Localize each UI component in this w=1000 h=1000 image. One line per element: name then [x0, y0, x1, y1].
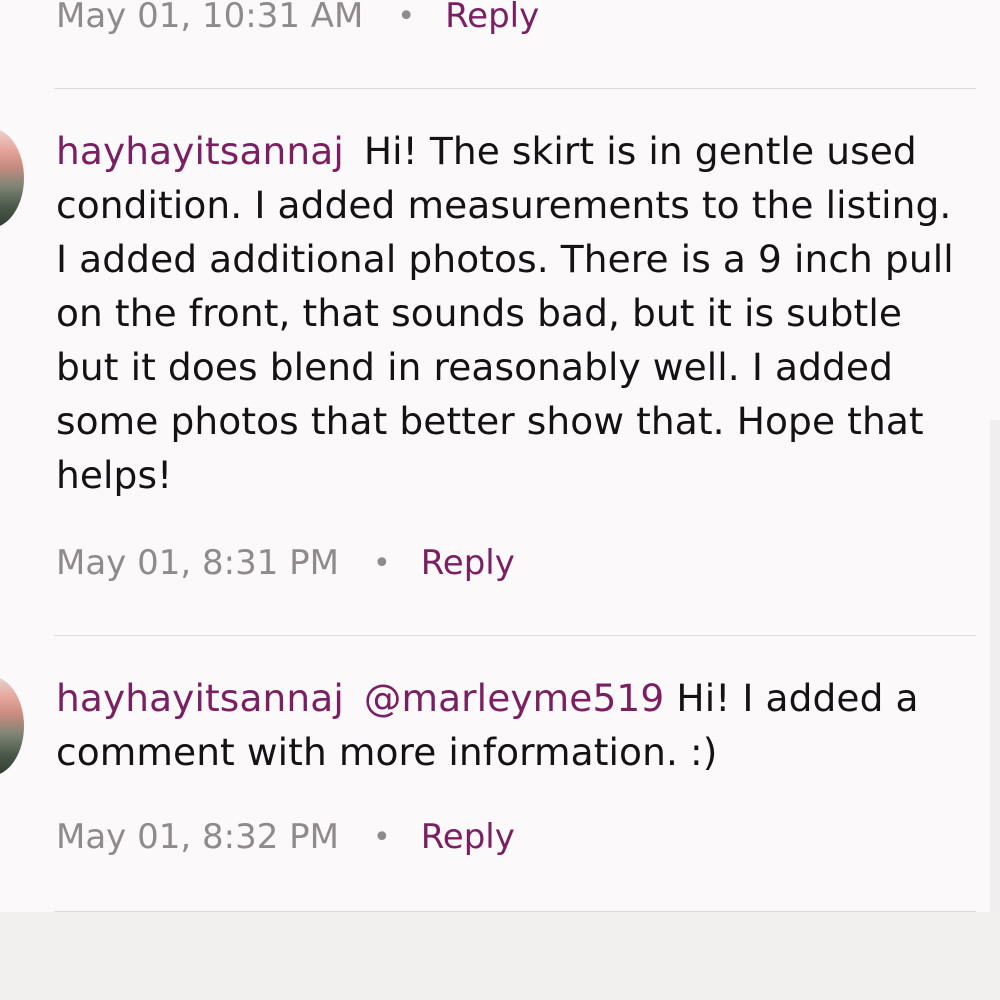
- reply-link[interactable]: Reply: [421, 543, 515, 583]
- meta-separator: •: [397, 0, 416, 34]
- comment-mention[interactable]: @marleyme519: [364, 676, 665, 720]
- comment-meta: May 01, 8:32 PM • Reply: [56, 815, 515, 859]
- reply-link[interactable]: Reply: [445, 0, 539, 36]
- comment-meta: May 01, 8:31 PM • Reply: [56, 541, 515, 585]
- bottom-bar: [0, 912, 1000, 1000]
- meta-separator: •: [372, 545, 391, 581]
- comment-username[interactable]: hayhayitsannaj: [56, 129, 344, 173]
- comment-username[interactable]: hayhayitsannaj: [56, 676, 344, 720]
- comment-timestamp: May 01, 8:32 PM: [56, 817, 339, 857]
- comment-divider: [54, 635, 976, 636]
- meta-separator: •: [372, 819, 391, 855]
- comment-body: hayhayitsannaj Hi! The skirt is in gentle…: [56, 124, 970, 502]
- comment-timestamp: May 01, 10:31 AM: [56, 0, 364, 36]
- avatar[interactable]: [0, 128, 24, 228]
- comment-meta: May 01, 10:31 AM • Reply: [56, 0, 539, 38]
- avatar[interactable]: [0, 676, 24, 776]
- comment-timestamp: May 01, 8:31 PM: [56, 543, 339, 583]
- scrollbar-track[interactable]: [990, 420, 1000, 912]
- comment-body: hayhayitsannaj @marleyme519 Hi! I added a…: [56, 671, 970, 779]
- comment-text: Hi! The skirt is in gentle used conditio…: [56, 129, 954, 497]
- comments-page: May 01, 10:31 AM • Reply hayhayitsannaj H…: [0, 0, 1000, 1000]
- reply-link[interactable]: Reply: [421, 817, 515, 857]
- comment-divider: [54, 88, 976, 89]
